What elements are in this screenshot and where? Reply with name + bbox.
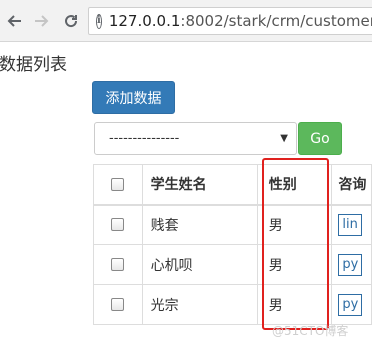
consult-tag[interactable]: lin xyxy=(338,213,362,236)
table-row: 心机呗 男 py xyxy=(93,244,372,285)
select-all-checkbox[interactable] xyxy=(111,177,125,191)
consult-cell: py xyxy=(331,244,372,285)
info-icon[interactable]: i xyxy=(96,13,102,29)
watermark: @51CTO博客 xyxy=(272,324,349,338)
page-title: 数据列表 xyxy=(0,55,67,75)
consult-cell: py xyxy=(331,284,372,325)
student-name-cell: 光宗 xyxy=(141,284,258,325)
row-checkbox[interactable] xyxy=(111,218,125,232)
caret-down-icon: ▼ xyxy=(280,133,288,144)
filter-select-value: --------------- xyxy=(109,131,180,146)
table-row: 贱套 男 lin xyxy=(93,204,372,245)
gender-column-highlight xyxy=(262,158,329,330)
consult-tag[interactable]: py xyxy=(338,293,363,316)
table-row: 光宗 男 py xyxy=(93,284,372,325)
row-select-cell[interactable] xyxy=(93,244,143,285)
url-text: 127.0.0.1:8002/stark/crm/customer/ xyxy=(109,12,372,30)
browser-toolbar: i 127.0.0.1:8002/stark/crm/customer/ xyxy=(0,0,372,42)
filter-select[interactable]: --------------- ▼ xyxy=(94,122,297,155)
url-path: :8002/stark/crm/customer/ xyxy=(180,12,372,30)
table-header-row: 学生姓名 性别 咨询 xyxy=(93,164,372,206)
consult-tag[interactable]: py xyxy=(338,253,363,276)
reload-icon[interactable] xyxy=(60,10,82,32)
address-bar[interactable]: i 127.0.0.1:8002/stark/crm/customer/ xyxy=(88,7,372,35)
row-select-cell[interactable] xyxy=(93,204,143,245)
go-button[interactable]: Go xyxy=(298,122,342,155)
add-data-button[interactable]: 添加数据 xyxy=(92,81,175,114)
row-checkbox[interactable] xyxy=(111,258,125,271)
customer-table: 学生姓名 性别 咨询 贱套 男 lin 心机呗 男 py 光宗 男 py xyxy=(93,164,372,325)
back-arrow-icon[interactable] xyxy=(4,10,26,32)
row-checkbox[interactable] xyxy=(111,298,125,311)
header-student-name: 学生姓名 xyxy=(141,164,258,206)
student-name-cell: 贱套 xyxy=(141,204,258,245)
url-host: 127.0.0.1 xyxy=(108,12,181,30)
row-select-cell[interactable] xyxy=(93,284,143,325)
student-name-cell: 心机呗 xyxy=(141,244,258,285)
header-select-all[interactable] xyxy=(93,164,143,206)
forward-arrow-icon[interactable] xyxy=(30,10,52,32)
header-consult: 咨询 xyxy=(331,164,372,206)
consult-cell: lin xyxy=(331,204,372,245)
